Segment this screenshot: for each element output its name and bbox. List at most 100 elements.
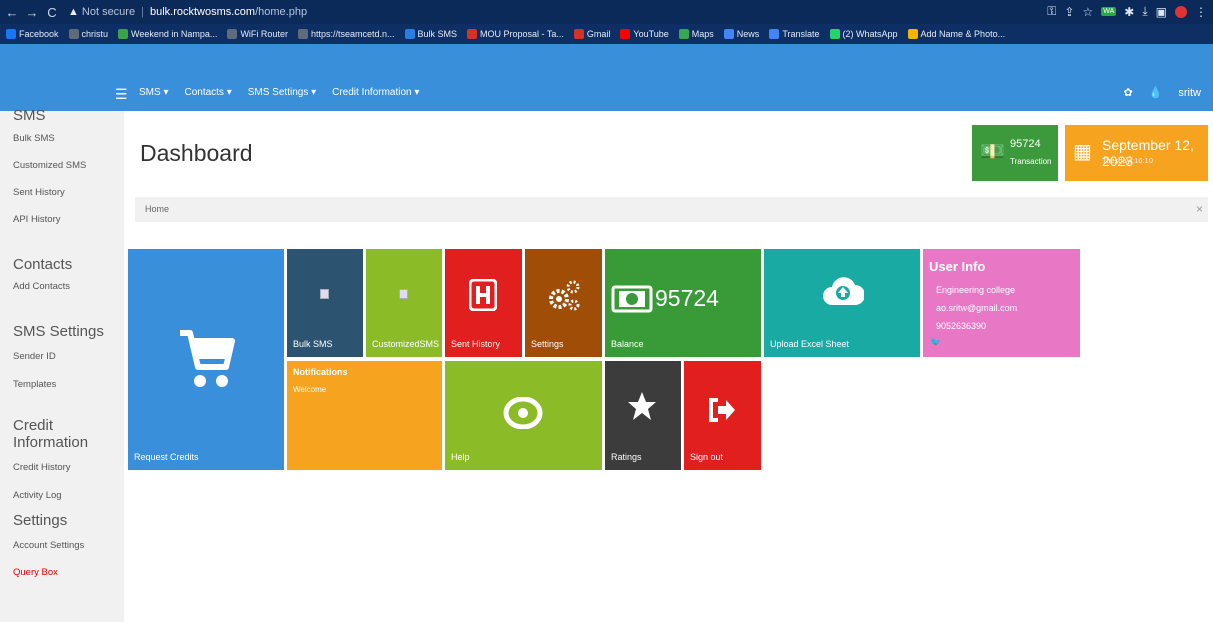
key-icon[interactable]: ⚿	[1047, 4, 1056, 19]
bookmark-item[interactable]: Facebook	[6, 29, 59, 39]
user-phone: 9052636390	[936, 321, 987, 331]
bookmark-label: YouTube	[633, 29, 669, 39]
sidebar-item-account-settings[interactable]: Account Settings	[13, 529, 84, 563]
translate-icon	[769, 29, 780, 39]
menu-contacts[interactable]: Contacts ▾	[184, 87, 231, 98]
bookmark-item[interactable]: Gmail	[573, 29, 611, 39]
bookmark-item[interactable]: Weekend in Nampa...	[118, 29, 217, 39]
hamburger-icon[interactable]: ☰	[115, 86, 128, 103]
globe-icon	[297, 29, 308, 39]
sidebar-heading: Settings	[13, 512, 68, 529]
sidebar-heading: Credit Information	[13, 417, 89, 451]
user-email: ao.sritw@gmail.com	[936, 303, 1018, 313]
username[interactable]: sritw	[1178, 87, 1201, 99]
page-title: Dashboard	[140, 140, 253, 166]
sidebar-item-activity-log[interactable]: Activity Log	[13, 485, 124, 507]
bookmark-label: News	[736, 29, 760, 39]
twitter-icon[interactable]: 🐦	[930, 337, 941, 348]
sidebar-heading: SMS	[13, 107, 46, 124]
tile-bulk-sms[interactable]: Bulk SMS	[287, 249, 363, 357]
bookmark-label: Weekend in Nampa...	[131, 29, 218, 39]
close-icon[interactable]: ×	[1196, 202, 1203, 216]
bookmark-item[interactable]: Maps	[678, 29, 714, 39]
tile-sent-history[interactable]: Sent History	[445, 249, 522, 357]
tile-upload-excel[interactable]: Upload Excel Sheet	[764, 249, 920, 357]
bookmark-item[interactable]: News	[723, 29, 760, 39]
menu-credit-information[interactable]: Credit Information ▾	[332, 87, 419, 98]
share-icon[interactable]: ⇪	[1064, 5, 1074, 19]
app-navbar: ☰ SMS ▾ Contacts ▾ SMS Settings ▾ Credit…	[0, 76, 1213, 111]
bookmark-item[interactable]: WiFi Router	[227, 29, 288, 39]
security-label: Not secure	[81, 6, 136, 18]
bookmark-item[interactable]: YouTube	[620, 29, 669, 39]
bookmark-item[interactable]: (2) WhatsApp	[829, 29, 898, 39]
sidebar-item-templates[interactable]: Templates	[13, 374, 104, 396]
calendar-icon: ▦	[1073, 141, 1092, 163]
bookmark-item[interactable]: https://tseamcetd.n...	[297, 29, 395, 39]
sidebar-item-sender-id[interactable]: Sender ID	[13, 340, 104, 374]
tile-label: Help	[451, 452, 470, 462]
sidebar-item-query-box[interactable]: Query Box	[13, 563, 84, 583]
sidebar-item-credit-history[interactable]: Credit History	[13, 451, 124, 485]
wa-extension-icon[interactable]: WA	[1101, 7, 1117, 16]
sidebar: SMS Bulk SMS Customized SMS Sent History…	[0, 107, 124, 622]
url-host: bulk.rocktwosms.com	[149, 6, 256, 18]
sidebar-item-api-history[interactable]: API History	[13, 206, 86, 233]
sidebar-item-sent-history[interactable]: Sent History	[13, 179, 86, 206]
bookmark-item[interactable]: Bulk SMS	[404, 29, 457, 39]
warning-icon: ▲	[68, 6, 79, 18]
user-org: Engineering college	[936, 285, 1016, 295]
address-bar[interactable]: ▲ Not secure | bulk.rocktwosms.com/home.…	[68, 6, 307, 18]
gear-icon[interactable]: ✿	[1123, 86, 1132, 99]
profile-icon[interactable]	[1175, 5, 1187, 18]
forward-icon[interactable]: →	[24, 5, 40, 20]
notifications-message: Welcome	[293, 385, 327, 394]
sidebar-item-bulk-sms[interactable]: Bulk SMS	[13, 125, 86, 152]
tile-settings[interactable]: Settings	[525, 249, 602, 357]
tile-label: Upload Excel Sheet	[770, 339, 850, 349]
bookmark-label: MOU Proposal - Ta...	[480, 29, 564, 39]
tile-label: Request Credits	[134, 452, 199, 462]
menu-sms-settings[interactable]: SMS Settings ▾	[248, 87, 316, 98]
tile-label: Settings	[531, 339, 564, 349]
tile-label: Bulk SMS	[293, 339, 333, 349]
puzzle-icon[interactable]: ✱	[1124, 5, 1134, 19]
bookmark-label: Gmail	[586, 29, 611, 39]
money-icon: 💵	[980, 141, 1005, 163]
eye-icon	[503, 397, 543, 429]
bookmark-item[interactable]: Add Name & Photo...	[907, 29, 1006, 39]
back-icon[interactable]: ←	[4, 5, 20, 20]
cloud-upload-icon	[823, 277, 864, 305]
tile-balance[interactable]: 95724 Balance	[605, 249, 761, 357]
droplet-icon[interactable]: 💧	[1149, 86, 1163, 99]
star-icon[interactable]: ☆	[1082, 5, 1093, 19]
tile-request-credits[interactable]: Request Credits	[128, 249, 284, 470]
bookmark-item[interactable]: Translate	[769, 29, 820, 39]
reload-icon[interactable]: C	[44, 5, 60, 20]
bookmark-item[interactable]: christu	[68, 29, 108, 39]
bookmark-label: Maps	[691, 29, 714, 39]
breadcrumb-home[interactable]: Home	[145, 204, 169, 214]
sidebar-item-add-contacts[interactable]: Add Contacts	[13, 273, 72, 300]
sidepanel-icon[interactable]: ▣	[1156, 5, 1167, 19]
menu-dots-icon[interactable]: ⋮	[1195, 5, 1207, 19]
sidebar-section-contacts: Contacts Add Contacts	[13, 256, 72, 300]
bookmark-label: Translate	[782, 29, 820, 39]
tile-label: Sign out	[690, 452, 724, 462]
tile-notifications: Notifications Welcome	[287, 361, 442, 470]
tile-sign-out[interactable]: Sign out	[684, 361, 761, 470]
transaction-value: 95724	[1010, 138, 1041, 150]
tile-customized-sms[interactable]: CustomizedSMS	[366, 249, 442, 357]
bookmark-item[interactable]: MOU Proposal - Ta...	[467, 29, 564, 39]
tile-label: Sent History	[451, 339, 501, 349]
tile-ratings[interactable]: Ratings	[605, 361, 681, 470]
sidebar-item-customized-sms[interactable]: Customized SMS	[13, 152, 86, 179]
menu-sms[interactable]: SMS ▾	[139, 87, 168, 98]
tile-label: CustomizedSMS	[372, 339, 440, 349]
app-header-strip	[0, 44, 1213, 76]
breadcrumb: Home ×	[135, 197, 1208, 222]
shopping-cart-icon	[180, 330, 235, 387]
tile-help[interactable]: Help	[445, 361, 602, 470]
download-icon[interactable]: ⤓	[1142, 4, 1147, 19]
bookmark-label: Add Name & Photo...	[920, 29, 1006, 39]
